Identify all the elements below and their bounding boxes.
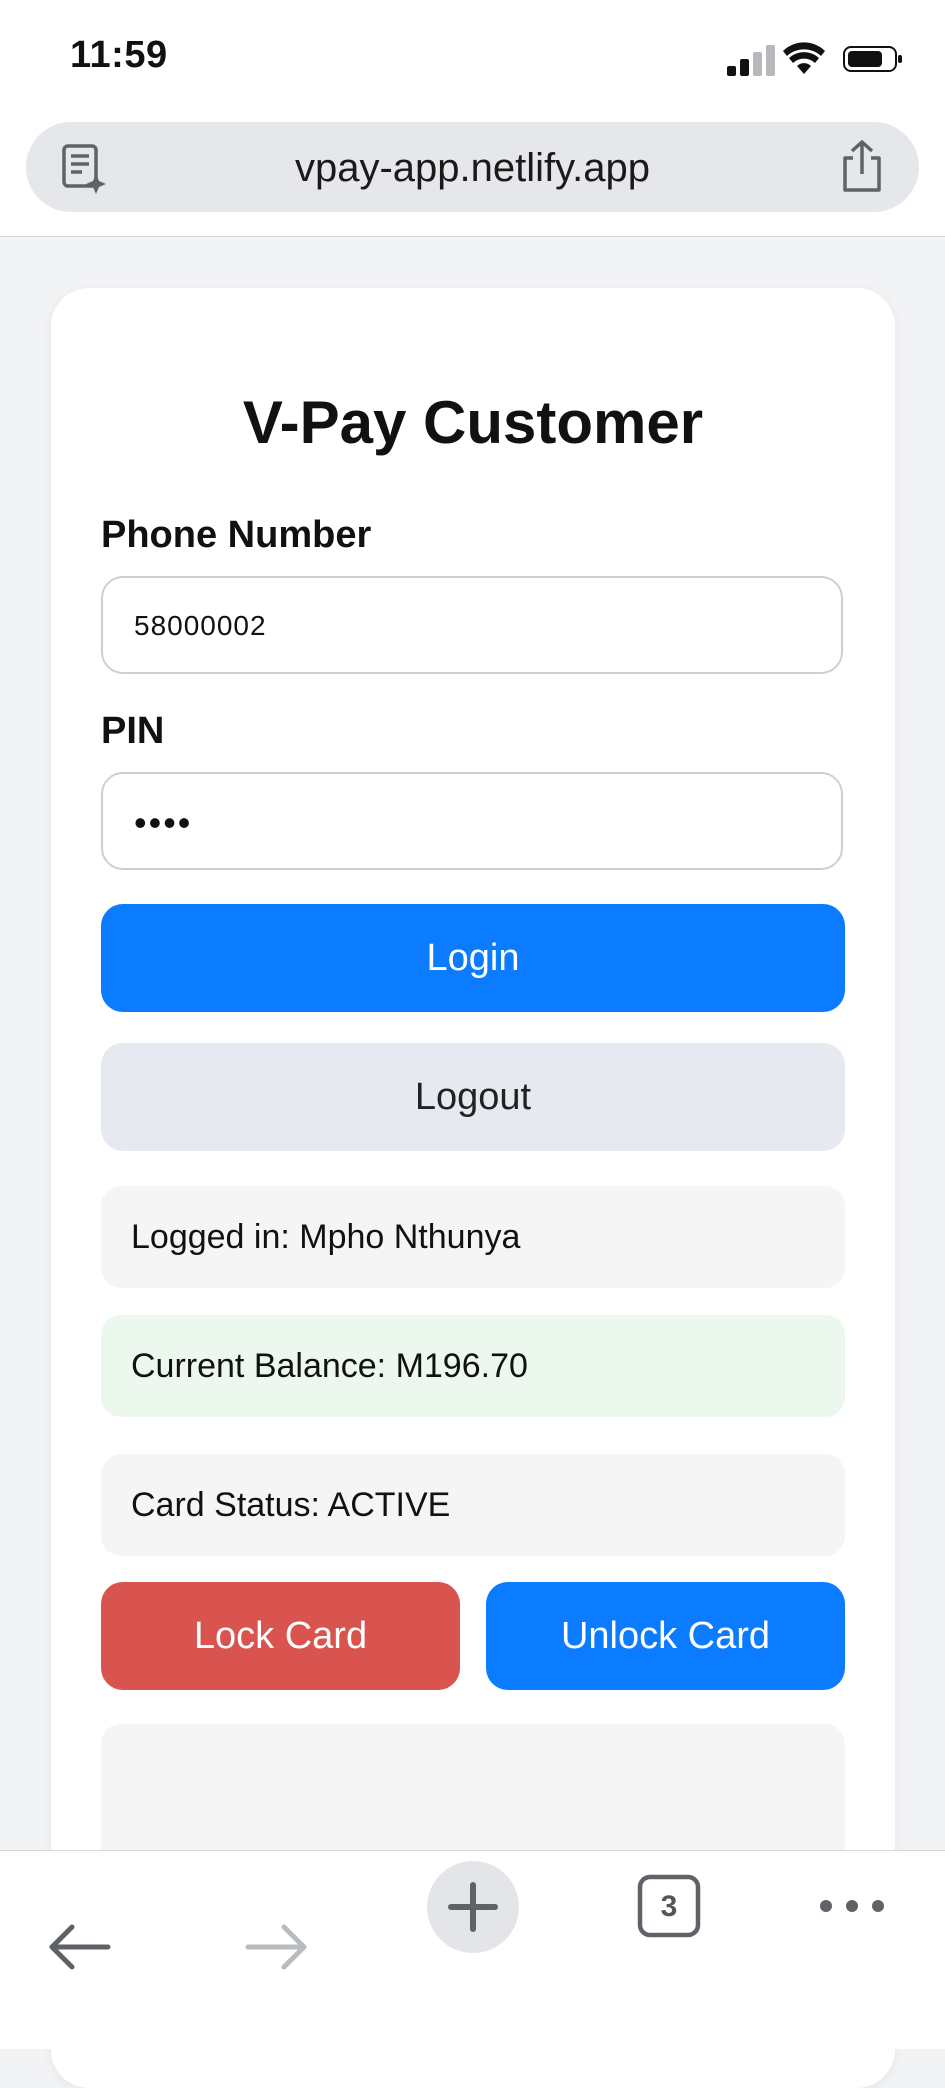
logout-button[interactable]: Logout <box>101 1043 845 1151</box>
pin-label: PIN <box>101 710 165 752</box>
back-arrow-icon[interactable] <box>40 1891 120 1971</box>
pin-value: •••• <box>134 802 193 843</box>
phone-number-input[interactable]: 58000002 <box>101 576 843 674</box>
status-time: 11:59 <box>70 34 168 76</box>
tab-switcher-button[interactable]: 3 <box>636 1873 702 1939</box>
unlock-card-button[interactable]: Unlock Card <box>486 1582 845 1690</box>
pin-input[interactable]: •••• <box>101 772 843 870</box>
more-options-icon[interactable] <box>812 1891 892 1921</box>
cellular-signal-icon <box>727 42 777 76</box>
new-tab-button[interactable] <box>427 1861 519 1953</box>
lock-card-button[interactable]: Lock Card <box>101 1582 460 1690</box>
browser-toolbar: vpay-app.netlify.app <box>0 118 945 237</box>
phone-number-label: Phone Number <box>101 514 372 556</box>
current-balance: Current Balance: M196.70 <box>101 1315 845 1417</box>
card-status: Card Status: ACTIVE <box>101 1454 845 1556</box>
url-text: vpay-app.netlify.app <box>294 146 651 190</box>
browser-bottom-bar: 3 <box>0 1850 945 2049</box>
plus-icon <box>448 1882 498 1932</box>
address-bar[interactable]: vpay-app.netlify.app <box>26 122 919 212</box>
phone-number-value: 58000002 <box>134 610 267 641</box>
status-bar: 11:59 <box>0 0 945 118</box>
battery-icon <box>843 46 902 72</box>
login-button[interactable]: Login <box>101 904 845 1012</box>
login-card: V-Pay Customer Phone Number 58000002 PIN… <box>51 288 895 2088</box>
logged-in-status: Logged in: Mpho Nthunya <box>101 1186 845 1288</box>
page-title: V-Pay Customer <box>242 389 704 456</box>
wifi-icon <box>783 42 825 74</box>
tab-count: 3 <box>660 1890 678 1923</box>
forward-arrow-icon[interactable] <box>236 1891 316 1971</box>
share-icon[interactable] <box>837 138 887 194</box>
